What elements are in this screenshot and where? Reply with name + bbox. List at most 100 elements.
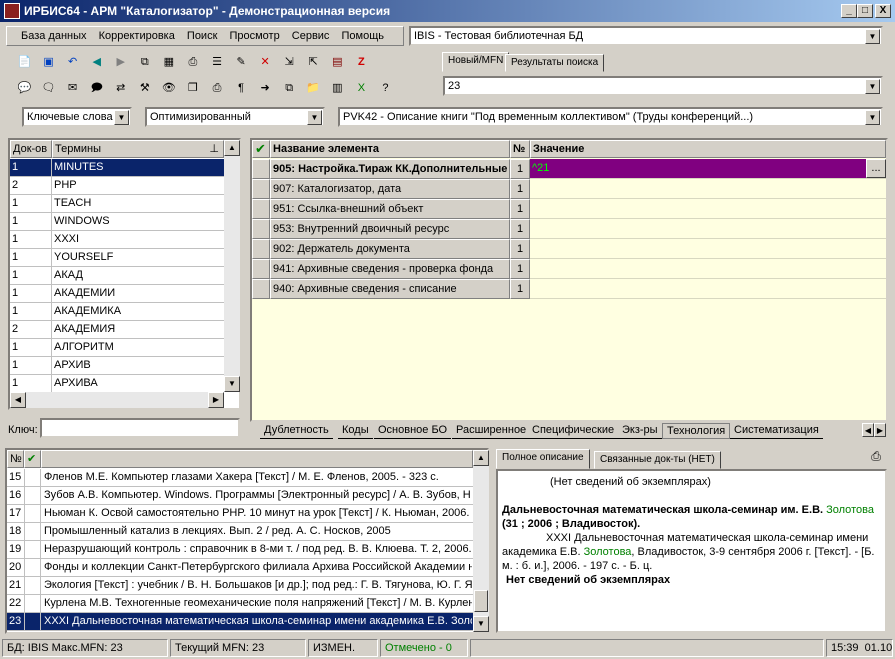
result-mark-cell[interactable] <box>24 541 41 559</box>
minimize-button[interactable]: _ <box>841 4 857 18</box>
chevron-down-icon[interactable]: ▼ <box>865 79 880 94</box>
result-row[interactable]: 20 Фонды и коллекции Санкт-Петербургского… <box>7 559 473 577</box>
terms-header-count[interactable]: Док-ов <box>10 140 52 158</box>
import-icon[interactable]: ⇲ <box>281 54 298 71</box>
scroll-up-icon[interactable]: ▲ <box>473 450 489 466</box>
result-mark-cell[interactable] <box>24 613 41 631</box>
maximize-button[interactable]: □ <box>857 4 873 18</box>
z-icon[interactable]: Z <box>353 54 370 71</box>
term-row[interactable]: 2 PHP <box>10 177 224 195</box>
term-row[interactable]: 1 АКАД <box>10 267 224 285</box>
editor-row[interactable]: 905: Настройка.Тираж КК.Дополнительные 1 ^… <box>252 159 886 179</box>
grid-icon[interactable]: ▦ <box>160 54 177 71</box>
excel-icon[interactable]: X <box>353 80 370 97</box>
terms-hscroll[interactable]: ◀ ▶ <box>10 392 224 408</box>
arrow-left-icon[interactable]: ◀ <box>88 54 105 71</box>
scroll-thumb[interactable] <box>474 590 488 612</box>
field-value[interactable] <box>530 239 886 259</box>
editor-row[interactable]: 941: Архивные сведения - проверка фонда 1 <box>252 259 886 279</box>
term-row[interactable]: 1 WINDOWS <box>10 213 224 231</box>
result-mark-cell[interactable] <box>24 505 41 523</box>
term-row[interactable]: 1 YOURSELF <box>10 249 224 267</box>
term-row[interactable]: 2 АКАДЕМИЯ <box>10 321 224 339</box>
tab-scroll-right-icon[interactable]: ▶ <box>874 423 886 437</box>
scroll-right-icon[interactable]: ▶ <box>208 392 224 408</box>
tab-codes[interactable]: Коды <box>338 423 373 439</box>
result-mark-cell[interactable] <box>24 487 41 505</box>
transfer-icon[interactable]: ⇄ <box>112 80 129 97</box>
delete-icon[interactable]: ✕ <box>257 54 274 71</box>
term-row[interactable]: 1 АКАДЕМИИ <box>10 285 224 303</box>
tab-main-bo[interactable]: Основное БО <box>374 423 452 439</box>
term-row[interactable]: 1 TEACH <box>10 195 224 213</box>
result-row[interactable]: 17 Ньюман К. Освой самостоятельно PHP. 10… <box>7 505 473 523</box>
eye-icon[interactable]: 👁 <box>160 80 177 97</box>
pages-icon[interactable]: ⧉ <box>281 80 298 97</box>
menu-view[interactable]: Просмотр <box>229 30 279 42</box>
tab-new-mfn[interactable]: Новый/MFN <box>442 52 510 72</box>
tab-full-description[interactable]: Полное описание <box>496 449 590 469</box>
tab-linked-docs[interactable]: Связанные док-ты (НЕТ) <box>594 451 721 469</box>
menu-search[interactable]: Поиск <box>187 30 217 42</box>
result-row[interactable]: 15 Фленов М.Е. Компьютер глазами Хакера [… <box>7 469 473 487</box>
editor-header-name[interactable]: Название элемента <box>270 140 510 158</box>
term-row[interactable]: 1 XXXI <box>10 231 224 249</box>
tab-copies[interactable]: Экз-ры <box>618 423 662 439</box>
term-row[interactable]: 1 АКАДЕМИКА <box>10 303 224 321</box>
field-value[interactable] <box>530 179 886 199</box>
film-icon[interactable]: ▤ <box>329 54 346 71</box>
result-row[interactable]: 19 Неразрушающий контроль : справочник в … <box>7 541 473 559</box>
mfn-input[interactable]: 23 ▼ <box>443 76 883 96</box>
menu-service[interactable]: Сервис <box>292 30 330 42</box>
message-icon[interactable]: 🗩 <box>88 80 105 97</box>
arrow-right-icon[interactable]: ▶ <box>112 54 129 71</box>
editor-row[interactable]: 902: Держатель документа 1 <box>252 239 886 259</box>
comment-icon[interactable]: 💬 <box>16 80 33 97</box>
forward-doc-icon[interactable]: ➜ <box>257 80 274 97</box>
mail-icon[interactable]: ✉ <box>64 80 81 97</box>
scroll-down-icon[interactable]: ▼ <box>224 376 240 392</box>
results-header-text[interactable] <box>41 450 473 468</box>
database-select[interactable]: IBIS - Тестовая библиотечная БД ▼ <box>409 26 883 46</box>
chevron-down-icon[interactable]: ▼ <box>865 29 880 44</box>
chart-icon[interactable]: ▥ <box>329 80 346 97</box>
field-value[interactable] <box>530 219 886 239</box>
result-row[interactable]: 21 Экология [Текст] : учебник / В. Н. Бол… <box>7 577 473 595</box>
result-mark-cell[interactable] <box>24 595 41 613</box>
tab-search-results[interactable]: Результаты поиска <box>505 54 605 72</box>
save-icon[interactable]: ▣ <box>40 54 57 71</box>
editor-row[interactable]: 953: Внутренний двоичный ресурс 1 <box>252 219 886 239</box>
edit-icon[interactable]: ✎ <box>233 54 250 71</box>
editor-row[interactable]: 951: Ссылка-внешний объект 1 <box>252 199 886 219</box>
comment-edit-icon[interactable]: 🗨 <box>40 80 57 97</box>
editor-row[interactable]: 907: Каталогизатор, дата 1 <box>252 179 886 199</box>
search-mode-select[interactable]: Ключевые слова ▼ <box>22 107 132 127</box>
menu-database[interactable]: База данных <box>21 30 87 42</box>
result-mark-cell[interactable] <box>24 577 41 595</box>
key-input[interactable] <box>40 418 240 438</box>
format-icon[interactable]: ¶ <box>233 80 250 97</box>
document-stack-icon[interactable]: ❐ <box>184 80 201 97</box>
optimization-select[interactable]: Оптимизированный ▼ <box>145 107 325 127</box>
terms-header-term[interactable]: Термины ⊥ <box>52 140 224 158</box>
undo-icon[interactable]: ↶ <box>64 54 81 71</box>
terms-vscroll[interactable]: ▲ ▼ <box>224 140 240 392</box>
worksheet-select[interactable]: PVK42 - Описание книги "Под временным ко… <box>338 107 883 127</box>
export-icon[interactable]: ⇱ <box>305 54 322 71</box>
chevron-down-icon[interactable]: ▼ <box>114 110 129 125</box>
export-description-icon[interactable]: ⎙ <box>867 449 885 467</box>
print-icon[interactable]: ⎙ <box>184 54 201 71</box>
tab-technology[interactable]: Технология <box>662 423 731 439</box>
menu-edit[interactable]: Корректировка <box>99 30 175 42</box>
term-row[interactable]: 1 MINUTES <box>10 159 224 177</box>
result-row[interactable]: 16 Зубов А.В. Компьютер. Windows. Програм… <box>7 487 473 505</box>
check-icon[interactable]: ✔ <box>24 450 41 468</box>
field-value[interactable]: ^21... <box>530 159 886 179</box>
copy-icon[interactable]: ⧉ <box>136 54 153 71</box>
tab-dublet[interactable]: Дублетность <box>260 423 333 439</box>
chevron-down-icon[interactable]: ▼ <box>307 110 322 125</box>
menu-help[interactable]: Помощь <box>342 30 385 42</box>
new-doc-icon[interactable]: 📄 <box>16 54 33 71</box>
tab-specific[interactable]: Специфические <box>528 423 619 439</box>
scroll-up-icon[interactable]: ▲ <box>224 140 240 156</box>
